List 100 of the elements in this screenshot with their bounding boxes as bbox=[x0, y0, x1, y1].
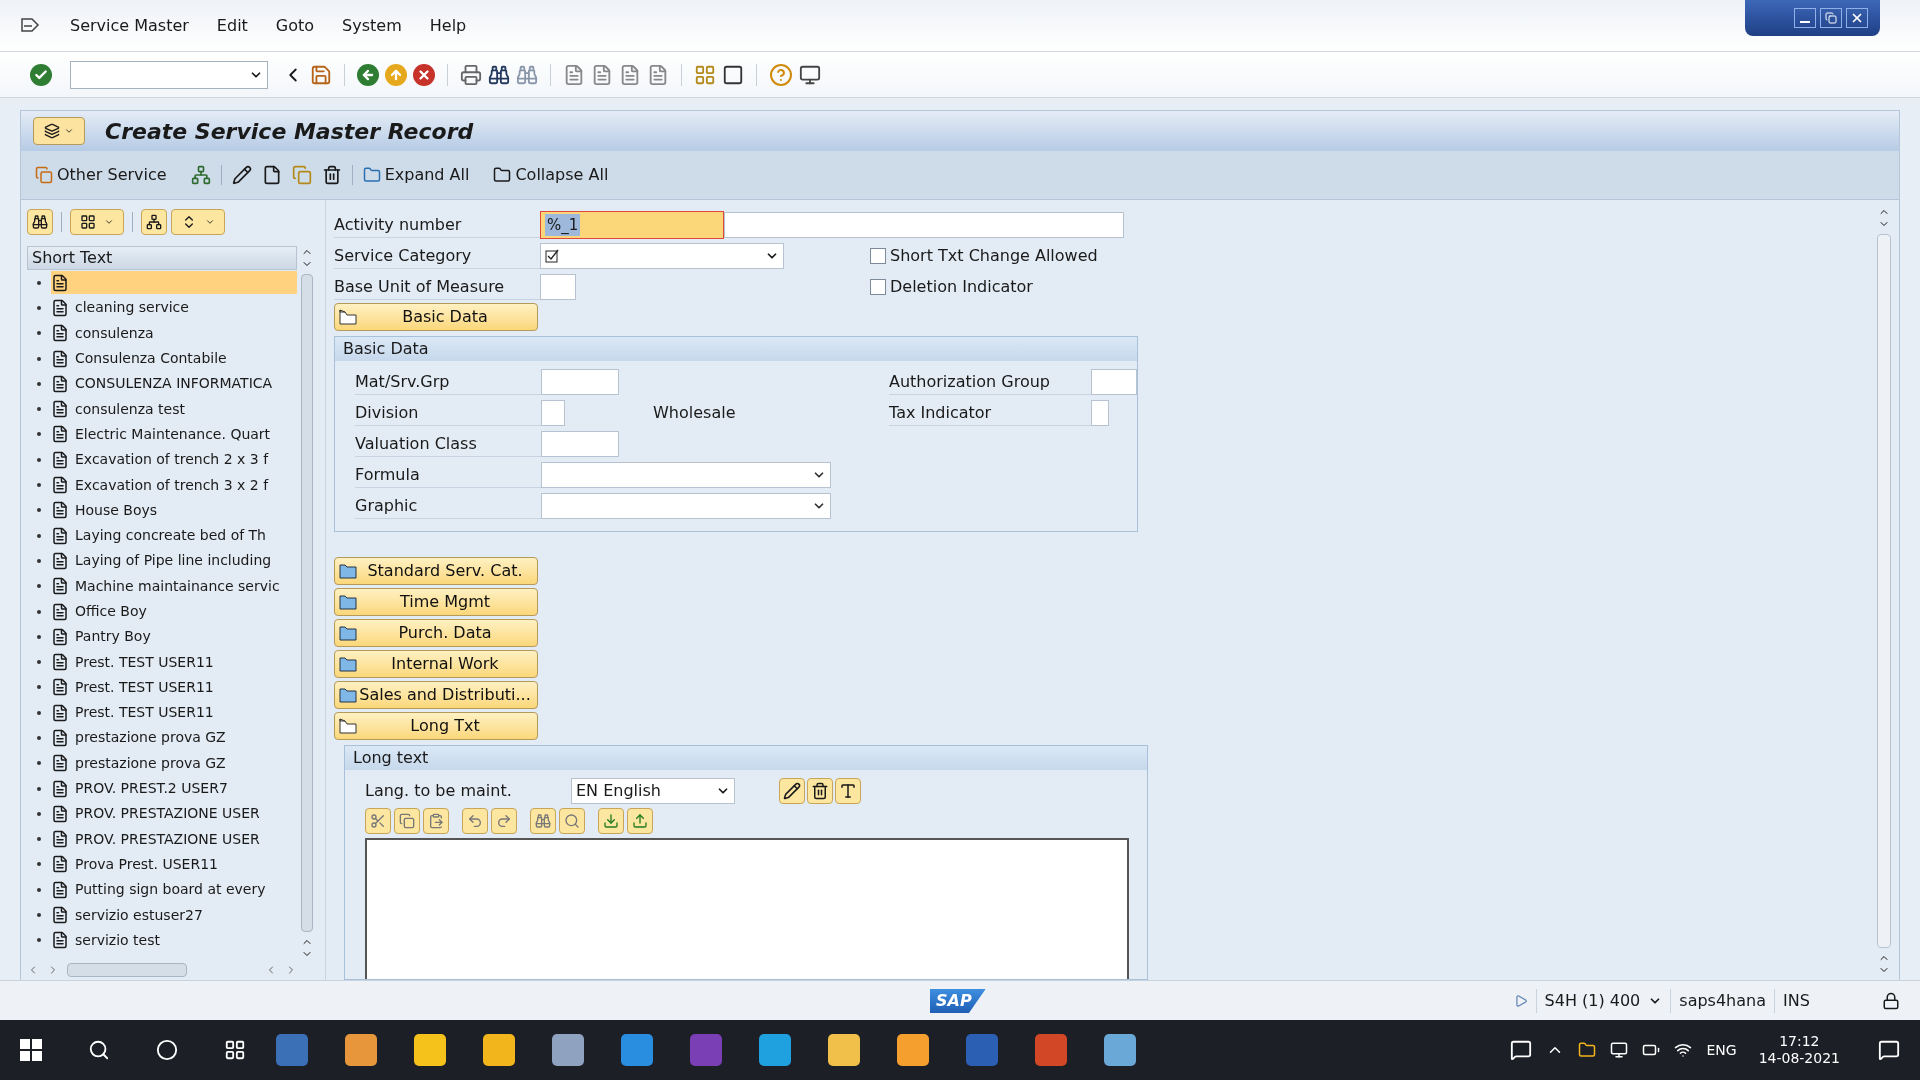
find-button[interactable] bbox=[27, 209, 53, 235]
tree-item[interactable] bbox=[51, 271, 297, 295]
cut-button[interactable] bbox=[365, 808, 391, 834]
menu-item[interactable]: Help bbox=[429, 13, 467, 38]
expand-status-icon[interactable] bbox=[1513, 993, 1528, 1008]
hierarchy-button[interactable] bbox=[141, 209, 167, 235]
taskbar-app-icon[interactable] bbox=[621, 1034, 653, 1066]
tree-item[interactable]: consulenza test bbox=[51, 397, 297, 421]
input-field[interactable] bbox=[541, 431, 619, 457]
format-button[interactable] bbox=[835, 778, 861, 804]
export-button[interactable] bbox=[627, 808, 653, 834]
tree-item[interactable]: servizio test bbox=[51, 928, 297, 952]
taskbar-app-icon[interactable] bbox=[759, 1034, 791, 1066]
taskbar-app-icon[interactable] bbox=[276, 1034, 308, 1066]
tree-item[interactable]: servizio estuser27 bbox=[51, 903, 297, 927]
tree-item[interactable]: Pantry Boy bbox=[51, 625, 297, 649]
copy-icon[interactable] bbox=[291, 165, 312, 185]
taskbar-app-icon[interactable] bbox=[690, 1034, 722, 1066]
save-icon[interactable] bbox=[310, 63, 332, 86]
cancel-icon[interactable] bbox=[413, 63, 435, 86]
tree-item[interactable]: PROV. PREST.2 USER7 bbox=[51, 777, 297, 801]
find-next-icon[interactable] bbox=[516, 63, 538, 86]
delete-icon[interactable] bbox=[321, 165, 342, 185]
find-icon[interactable] bbox=[488, 63, 510, 86]
taskbar-app-icon[interactable] bbox=[966, 1034, 998, 1066]
section-button[interactable]: Purch. Data bbox=[334, 619, 538, 647]
tree-item[interactable]: Laying concreate bed of Th bbox=[51, 524, 297, 548]
taskbar-app-icon[interactable] bbox=[552, 1034, 584, 1066]
section-button[interactable]: Sales and Distributi... bbox=[334, 681, 538, 709]
back-icon[interactable] bbox=[357, 63, 379, 86]
menu-item[interactable]: Service Master bbox=[70, 13, 189, 38]
command-field[interactable] bbox=[70, 60, 268, 89]
tree-item[interactable]: Prova Prest. USER11 bbox=[51, 852, 297, 876]
tree-item[interactable]: CONSULENZA INFORMATICA bbox=[51, 372, 297, 396]
section-button[interactable]: Internal Work bbox=[334, 650, 538, 678]
minimize-button[interactable] bbox=[1794, 8, 1816, 28]
input-field[interactable] bbox=[540, 274, 576, 300]
undo-button[interactable] bbox=[462, 808, 488, 834]
tree-item[interactable]: prestazione prova GZ bbox=[51, 726, 297, 750]
language-dropdown[interactable]: EN English bbox=[571, 778, 735, 804]
tree-item[interactable]: Putting sign board at every bbox=[51, 878, 297, 902]
taskbar-app-icon[interactable] bbox=[414, 1034, 446, 1066]
print-icon[interactable] bbox=[460, 63, 482, 86]
tray-app-icon[interactable] bbox=[1578, 1041, 1597, 1059]
collapse-all-button[interactable]: Collapse All bbox=[493, 163, 609, 187]
tree-item[interactable]: prestazione prova GZ bbox=[51, 751, 297, 775]
tree-item[interactable]: Prest. TEST USER11 bbox=[51, 701, 297, 725]
input-field[interactable] bbox=[541, 369, 619, 395]
tree-item[interactable]: Office Boy bbox=[51, 600, 297, 623]
tree-item[interactable]: PROV. PRESTAZIONE USER bbox=[51, 802, 297, 826]
section-button[interactable]: Standard Serv. Cat. bbox=[334, 557, 538, 585]
taskbar-app-icon[interactable] bbox=[828, 1034, 860, 1066]
close-button[interactable] bbox=[1846, 8, 1868, 28]
tree-item[interactable]: consulenza bbox=[51, 321, 297, 345]
help-icon[interactable] bbox=[769, 62, 793, 87]
taskbar-app-icon[interactable] bbox=[483, 1034, 515, 1066]
activity-description-field[interactable] bbox=[724, 212, 1124, 238]
tools-button[interactable] bbox=[171, 209, 225, 235]
dropdown-field[interactable] bbox=[541, 462, 831, 488]
edit-button[interactable] bbox=[779, 778, 805, 804]
search-icon[interactable] bbox=[88, 1039, 110, 1061]
other-service-button[interactable]: Other Service bbox=[35, 163, 167, 187]
display-icon[interactable] bbox=[1610, 1041, 1629, 1059]
expand-all-button[interactable]: Expand All bbox=[362, 163, 470, 187]
redo-button[interactable] bbox=[491, 808, 517, 834]
restore-button[interactable] bbox=[1820, 8, 1842, 28]
tree-item[interactable]: House Boys bbox=[51, 498, 297, 522]
section-button[interactable]: Basic Data bbox=[334, 303, 538, 331]
tree-item[interactable]: Excavation of trench 3 x 2 f bbox=[51, 473, 297, 497]
tree-item[interactable]: PROV. PRESTAZIONE USER bbox=[51, 827, 297, 851]
hierarchy-icon[interactable] bbox=[190, 165, 211, 185]
delete-button[interactable] bbox=[807, 778, 833, 804]
section-button[interactable]: Time Mgmt bbox=[334, 588, 538, 616]
checkbox[interactable] bbox=[870, 279, 886, 295]
windows-start-icon[interactable] bbox=[20, 1039, 42, 1061]
activity-number-field[interactable]: %_1 bbox=[540, 211, 724, 239]
input-field[interactable] bbox=[1091, 369, 1137, 395]
network-icon[interactable] bbox=[1674, 1041, 1693, 1059]
taskbar-app-icon[interactable] bbox=[1104, 1034, 1136, 1066]
menu-item[interactable]: System bbox=[342, 13, 402, 38]
copy-button[interactable] bbox=[394, 808, 420, 834]
tree-item[interactable]: Excavation of trench 2 x 3 f bbox=[51, 448, 297, 472]
pencil-icon[interactable] bbox=[231, 165, 252, 185]
dropdown-field[interactable] bbox=[541, 493, 831, 519]
tree-item[interactable]: Laying of Pipe line including bbox=[51, 549, 297, 573]
tree-item[interactable]: Prest. TEST USER11 bbox=[51, 650, 297, 674]
search-button[interactable] bbox=[559, 808, 585, 834]
input-field[interactable] bbox=[541, 400, 565, 426]
menu-item[interactable]: Edit bbox=[216, 13, 248, 38]
lock-icon[interactable] bbox=[1882, 991, 1900, 1010]
tree-item[interactable]: Prest. TEST USER11 bbox=[51, 675, 297, 699]
task-view-icon[interactable] bbox=[224, 1039, 246, 1061]
input-field[interactable] bbox=[1091, 400, 1109, 426]
menu-item[interactable]: Goto bbox=[275, 13, 315, 38]
service-category-dropdown[interactable] bbox=[540, 243, 784, 269]
tree-item[interactable]: Electric Maintenance. Quart bbox=[51, 422, 297, 446]
taskbar-app-icon[interactable] bbox=[345, 1034, 377, 1066]
taskbar-app-icon[interactable] bbox=[1035, 1034, 1067, 1066]
clock[interactable]: 17:12 14-08-2021 bbox=[1758, 1032, 1840, 1068]
menu-icon[interactable] bbox=[20, 16, 42, 35]
